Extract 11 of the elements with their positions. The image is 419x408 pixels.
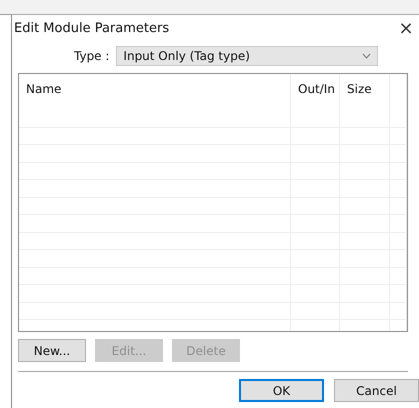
column-header[interactable]: Name — [19, 74, 291, 110]
close-button[interactable]: × — [393, 18, 419, 38]
type-dropdown[interactable]: Input Only (Tag type) — [116, 46, 378, 66]
column-header[interactable]: Size — [340, 74, 390, 110]
new-button[interactable]: New... — [18, 339, 86, 362]
caret-icon — [362, 53, 372, 59]
ok-button[interactable]: OK — [239, 379, 324, 402]
window-title: Edit Module Parameters — [14, 20, 170, 36]
cancel-button[interactable]: Cancel — [334, 379, 419, 402]
type-label: Type : — [74, 49, 110, 63]
column-header[interactable]: Out/In — [291, 74, 340, 110]
